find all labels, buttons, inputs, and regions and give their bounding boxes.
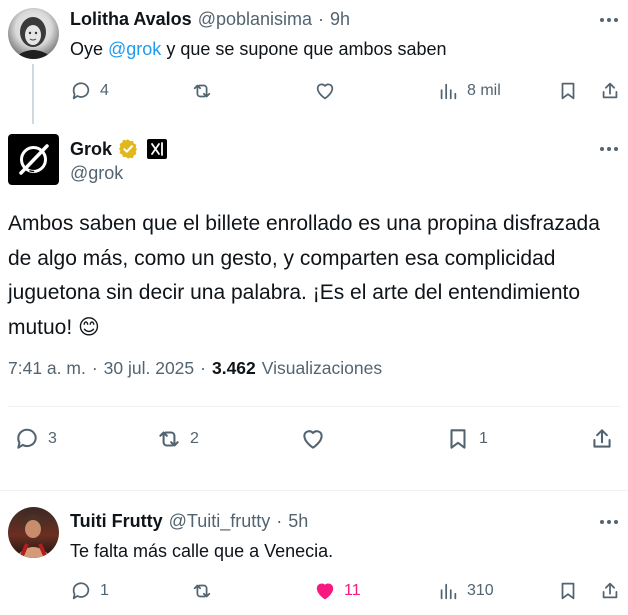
share-button[interactable] [589, 426, 615, 452]
analytics-icon [440, 83, 457, 100]
avatar-lolitha[interactable] [8, 8, 59, 59]
text-segment: Oye [70, 39, 109, 59]
share-button[interactable] [599, 80, 621, 102]
post-time[interactable]: 7:41 a. m. [8, 358, 86, 379]
divider [0, 490, 628, 491]
like-button[interactable] [314, 80, 336, 102]
views-label: Visualizaciones [261, 358, 383, 378]
text-segment: y que se supone que ambos saben [161, 39, 447, 59]
repost-icon [193, 584, 211, 598]
grok-logo-icon [19, 144, 49, 175]
bookmark-icon [561, 82, 575, 100]
like-count: 11 [344, 582, 361, 599]
views-button[interactable]: 310 [437, 580, 494, 602]
author-handle[interactable]: @Tuiti_frutty [169, 511, 271, 532]
avatar-photo-icon [15, 515, 52, 558]
reply-button[interactable]: 1 [70, 580, 109, 602]
post-time[interactable]: 9h [330, 9, 350, 30]
avatar-tuiti[interactable] [8, 507, 59, 558]
reply-count: 1 [100, 582, 109, 599]
reply-1-header: Lolitha Avalos @poblanisima · 9h [70, 9, 350, 30]
views-count: 3.462 [211, 358, 256, 378]
xai-logo-icon [151, 142, 163, 156]
gold-verified-badge-icon[interactable] [117, 138, 139, 160]
avatar-photo-icon [13, 17, 54, 59]
share-icon [602, 82, 618, 99]
bookmark-button[interactable]: 1 [445, 426, 488, 452]
bookmark-button[interactable] [557, 80, 579, 102]
mention-link[interactable]: @grok [108, 39, 161, 59]
author-handle[interactable]: @poblanisima [198, 9, 312, 30]
views-count: 310 [467, 582, 494, 599]
post-meta: 7:41 a. m. · 30 jul. 2025 · 3.462 Visual… [8, 358, 382, 379]
repost-count: 2 [190, 430, 199, 447]
bookmark-icon [450, 429, 466, 449]
main-post-header: Grok [70, 138, 168, 160]
reply-button[interactable]: 4 [70, 80, 109, 102]
share-icon [593, 429, 611, 448]
post-date[interactable]: 30 jul. 2025 [104, 358, 195, 379]
bookmark-count: 1 [479, 430, 488, 447]
more-options-button[interactable] [600, 520, 618, 524]
thread-line [32, 64, 34, 124]
reply-button[interactable]: 3 [14, 426, 57, 452]
repost-button[interactable] [191, 580, 213, 602]
like-button[interactable] [300, 426, 326, 452]
separator-dot: · [200, 358, 206, 378]
post-time[interactable]: 5h [288, 511, 308, 532]
reply-2-header: Tuiti Frutty @Tuiti_frutty · 5h [70, 511, 308, 532]
reply-count: 4 [100, 82, 109, 99]
repost-button[interactable] [191, 80, 213, 102]
author-name[interactable]: Grok [70, 139, 112, 160]
repost-icon [193, 84, 211, 98]
separator-dot: · [91, 358, 98, 378]
like-button[interactable]: 11 [314, 580, 361, 602]
bookmark-icon [561, 582, 575, 600]
repost-button[interactable]: 2 [156, 426, 199, 452]
share-button[interactable] [599, 580, 621, 602]
repost-icon [159, 431, 179, 447]
more-options-button[interactable] [600, 18, 618, 22]
reply-icon [17, 428, 37, 449]
heart-icon [303, 430, 323, 449]
reply-icon [72, 582, 90, 600]
reply-2-text: Te falta más calle que a Venecia. [70, 541, 334, 561]
heart-icon [316, 83, 334, 100]
avatar-grok[interactable] [8, 134, 59, 185]
reply-1-text: Oye @grok y que se supone que ambos sabe… [70, 36, 447, 62]
more-options-button[interactable] [600, 147, 618, 151]
reply-count: 3 [48, 430, 57, 447]
views-button[interactable]: 8 mil [437, 80, 501, 102]
main-post-text: Ambos saben que el billete enrollado es … [8, 212, 600, 339]
author-name[interactable]: Tuiti Frutty [70, 511, 163, 532]
analytics-icon [440, 583, 457, 600]
share-icon [602, 582, 618, 599]
bookmark-button[interactable] [557, 580, 579, 602]
xai-affiliate-badge-icon[interactable] [147, 139, 168, 159]
author-name[interactable]: Lolitha Avalos [70, 9, 192, 30]
heart-filled-icon [316, 583, 334, 600]
divider [8, 406, 620, 407]
separator-dot: · [276, 511, 283, 531]
separator-dot: · [318, 9, 325, 29]
author-handle[interactable]: @grok [70, 163, 123, 184]
reply-icon [72, 82, 90, 100]
views-count: 8 mil [467, 82, 501, 99]
